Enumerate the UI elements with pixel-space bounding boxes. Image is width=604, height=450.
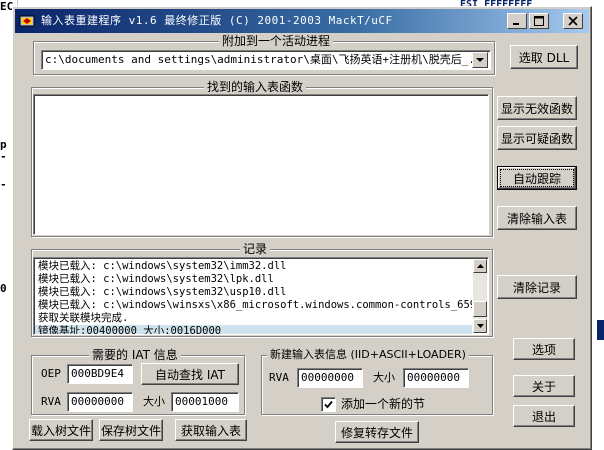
log-line[interactable]: 模块已载入: c:\windows\system32\lpk.dll bbox=[35, 273, 472, 286]
auto-trace-button[interactable]: 自动跟踪 bbox=[497, 166, 577, 190]
show-invalid-button[interactable]: 显示无效函数 bbox=[497, 96, 577, 120]
select-dll-button[interactable]: 选取 DLL bbox=[510, 45, 578, 69]
log-list[interactable]: 模块已载入: c:\windows\system32\imm32.dll 模块已… bbox=[33, 257, 489, 335]
add-section-label: 添加一个新的节 bbox=[341, 397, 426, 411]
iat-size-field[interactable]: 00001000 bbox=[171, 392, 239, 412]
log-lines: 模块已载入: c:\windows\system32\imm32.dll 模块已… bbox=[35, 260, 472, 334]
about-button[interactable]: 关于 bbox=[513, 375, 575, 397]
app-icon[interactable] bbox=[19, 13, 35, 29]
log-line-selected[interactable]: 镜像基址:00400000 大小:0016D000 bbox=[35, 325, 472, 334]
log-legend: 记录 bbox=[240, 242, 271, 256]
save-tree-button[interactable]: 保存树文件 bbox=[99, 419, 163, 441]
iat-info-legend: 需要的 IAT 信息 bbox=[89, 348, 181, 362]
fix-dump-button[interactable]: 修复转存文件 bbox=[335, 421, 419, 443]
log-line[interactable]: 模块已载入: c:\windows\system32\usp10.dll bbox=[35, 286, 472, 299]
minimize-icon bbox=[513, 23, 519, 25]
background-fragment: 0 bbox=[0, 282, 7, 295]
background-fragment: - bbox=[0, 150, 7, 163]
new-rva-label: RVA bbox=[269, 371, 289, 384]
auto-search-iat-button[interactable]: 自动查找 IAT bbox=[141, 363, 239, 385]
log-line[interactable]: 模块已载入: c:\windows\winsxs\x86_microsoft.w… bbox=[35, 299, 472, 312]
oep-label: OEP bbox=[41, 367, 61, 380]
iat-rva-field[interactable]: 00000000 bbox=[67, 392, 133, 412]
background-highlight bbox=[597, 320, 604, 340]
background-fragment: - bbox=[0, 178, 7, 191]
get-imports-button[interactable]: 获取输入表 bbox=[175, 419, 247, 441]
process-select[interactable]: c:\documents and settings\administrator\… bbox=[41, 50, 491, 70]
show-suspect-button[interactable]: 显示可疑函数 bbox=[497, 126, 577, 150]
window-title: 输入表重建程序 v1.6 最终修正版 (C) 2001-2003 MackT/u… bbox=[41, 14, 393, 27]
clear-imports-button[interactable]: 清除输入表 bbox=[497, 206, 577, 230]
new-import-info-legend: 新建输入表信息 (IID+ASCII+LOADER) bbox=[267, 348, 469, 362]
minimize-button[interactable] bbox=[507, 13, 527, 29]
scroll-up-button[interactable] bbox=[473, 259, 487, 273]
background-right-pane bbox=[590, 0, 604, 450]
log-line[interactable]: 获取关联模块完成. bbox=[35, 312, 472, 325]
imports-tree[interactable] bbox=[33, 94, 489, 235]
attach-process-legend: 附加到一个活动进程 bbox=[219, 34, 334, 48]
add-section-checkbox[interactable] bbox=[321, 396, 336, 412]
iat-rva-label: RVA bbox=[41, 395, 61, 408]
close-button[interactable] bbox=[563, 13, 583, 29]
clear-log-button[interactable]: 清除记录 bbox=[497, 275, 577, 299]
new-size-field[interactable]: 00000000 bbox=[403, 368, 469, 388]
add-section-checkbox-row[interactable]: 添加一个新的节 bbox=[321, 396, 425, 412]
scroll-thumb[interactable] bbox=[473, 301, 487, 317]
iat-size-label: 大小 bbox=[143, 395, 165, 408]
exit-button[interactable]: 退出 bbox=[513, 405, 575, 427]
process-path-text: c:\documents and settings\administrator\… bbox=[45, 53, 472, 66]
close-icon bbox=[568, 16, 578, 26]
check-icon bbox=[324, 400, 333, 408]
new-size-label: 大小 bbox=[373, 371, 395, 384]
process-dropdown-button[interactable] bbox=[472, 52, 488, 68]
importrec-window: 输入表重建程序 v1.6 最终修正版 (C) 2001-2003 MackT/u… bbox=[12, 6, 592, 450]
load-tree-button[interactable]: 载入树文件 bbox=[29, 419, 93, 441]
log-line[interactable]: 模块已载入: c:\windows\system32\imm32.dll bbox=[35, 260, 472, 273]
scroll-down-button[interactable] bbox=[473, 319, 487, 333]
arrow-up-icon bbox=[476, 264, 484, 268]
imports-legend: 找到的输入表函数 bbox=[204, 80, 307, 94]
arrow-down-icon bbox=[476, 324, 484, 328]
log-scrollbar[interactable] bbox=[473, 259, 487, 333]
oep-field[interactable]: 000BD9E4 bbox=[67, 364, 133, 384]
options-button[interactable]: 选项 bbox=[513, 338, 575, 360]
chevron-down-icon bbox=[476, 57, 484, 62]
new-rva-field[interactable]: 00000000 bbox=[297, 368, 363, 388]
maximize-icon bbox=[534, 16, 544, 26]
title-bar[interactable]: 输入表重建程序 v1.6 最终修正版 (C) 2001-2003 MackT/u… bbox=[15, 9, 589, 33]
maximize-button[interactable] bbox=[529, 13, 549, 29]
